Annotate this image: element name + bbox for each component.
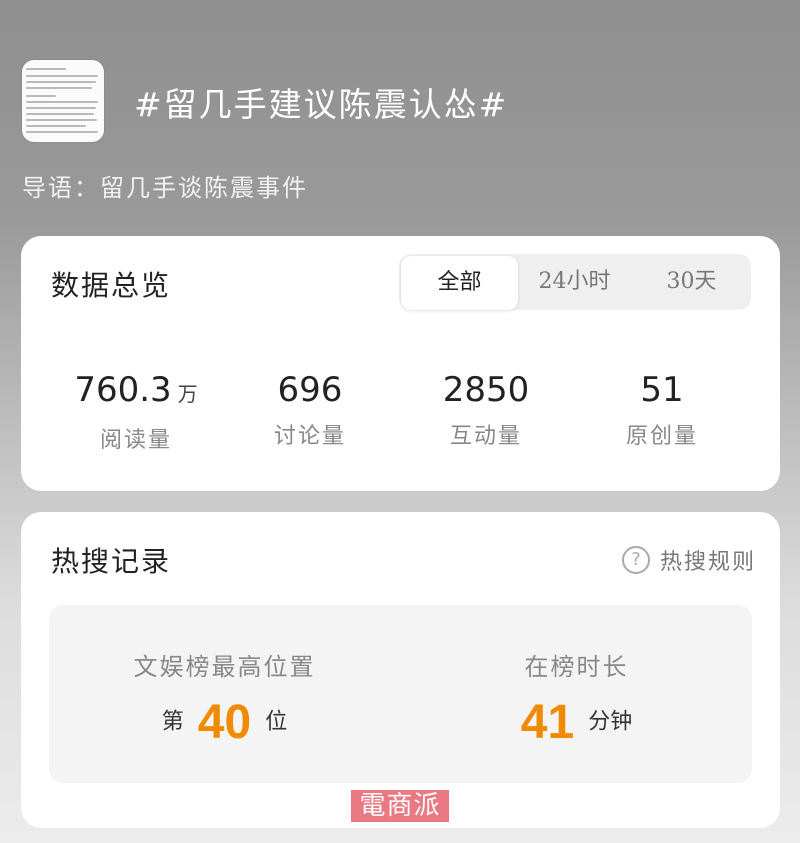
stat-discussions-label: 讨论量 bbox=[273, 424, 346, 449]
topic-guide: 导语：留几手谈陈震事件 bbox=[22, 174, 308, 202]
stat-originals-label: 原创量 bbox=[625, 424, 698, 449]
stat-interactions-label: 互动量 bbox=[449, 424, 522, 449]
stat-reads-value: 760.3 bbox=[74, 370, 172, 410]
stat-reads-unit: 万 bbox=[177, 382, 198, 406]
stat-reads: 760.3 万 阅读量 bbox=[51, 368, 221, 454]
record-duration-label: 在榜时长 bbox=[524, 653, 629, 681]
tab-all[interactable]: 全部 bbox=[401, 256, 518, 310]
trending-rules-link[interactable]: ? 热搜规则 bbox=[621, 544, 756, 576]
overview-title: 数据总览 bbox=[51, 269, 172, 302]
record-highest-rank-label: 文娱榜最高位置 bbox=[133, 653, 316, 681]
tab-24h[interactable]: 24小时 bbox=[516, 254, 633, 310]
record-highest-rank: 文娱榜最高位置 第 40 位 bbox=[49, 605, 400, 783]
record-highest-rank-value: 40 bbox=[197, 695, 252, 749]
stat-interactions: 2850 互动量 bbox=[401, 368, 571, 450]
stat-reads-label: 阅读量 bbox=[99, 428, 172, 453]
stat-originals: 51 原创量 bbox=[577, 368, 747, 450]
question-circle-icon: ? bbox=[621, 546, 650, 574]
trending-rules-label: 热搜规则 bbox=[659, 550, 756, 575]
trending-title: 热搜记录 bbox=[51, 545, 172, 578]
topic-thumbnail[interactable] bbox=[22, 60, 104, 142]
stat-discussions: 696 讨论量 bbox=[225, 368, 395, 450]
stat-interactions-value: 2850 bbox=[442, 370, 530, 410]
stat-discussions-value: 696 bbox=[277, 370, 343, 410]
record-highest-rank-suffix: 位 bbox=[265, 709, 288, 735]
record-duration-value: 41 bbox=[520, 695, 575, 749]
record-highest-rank-prefix: 第 bbox=[161, 709, 184, 735]
topic-title: #留几手建议陈震认怂# bbox=[134, 85, 509, 124]
record-duration-suffix: 分钟 bbox=[588, 709, 633, 735]
trending-record-box: 文娱榜最高位置 第 40 位 在榜时长 41 分钟 bbox=[49, 605, 752, 783]
watermark-logo: 電商派 bbox=[351, 790, 449, 822]
stat-originals-value: 51 bbox=[640, 370, 684, 410]
record-duration: 在榜时长 41 分钟 bbox=[401, 605, 752, 783]
time-range-segmented-control: 全部 24小时 30天 bbox=[399, 254, 751, 310]
data-overview-card: 数据总览 全部 24小时 30天 760.3 万 阅读量 696 讨论量 2850… bbox=[21, 236, 780, 491]
trending-record-card: 热搜记录 ? 热搜规则 文娱榜最高位置 第 40 位 在榜时长 41 分钟 bbox=[21, 512, 780, 828]
tab-30d[interactable]: 30天 bbox=[633, 254, 750, 310]
